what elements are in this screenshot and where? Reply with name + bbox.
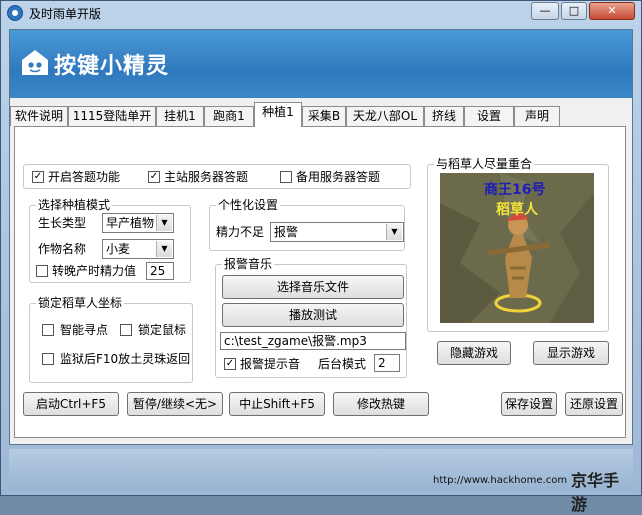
answer-options-group: ✓ 开启答题功能 ✓ 主站服务器答题 备用服务器答题 — [23, 164, 411, 189]
alert-sound-checkbox[interactable]: ✓ — [224, 358, 236, 370]
tab-squeeze-line[interactable]: 挤线 — [424, 106, 464, 126]
music-file-path-input[interactable]: c:\test_zgame\报警.mp3 — [220, 332, 406, 350]
late-energy-label: 转晚产时精力值 — [52, 264, 137, 278]
watermark-text: 京华手游 — [571, 471, 620, 514]
personal-settings-title: 个性化设置 — [216, 198, 281, 212]
late-energy-checkbox[interactable] — [36, 265, 48, 277]
choose-music-button[interactable]: 选择音乐文件 — [222, 275, 404, 299]
save-settings-button[interactable]: 保存设置 — [501, 392, 557, 416]
tab-software-info[interactable]: 软件说明 — [10, 106, 68, 126]
backup-server-label: 备用服务器答题 — [296, 170, 381, 184]
bg-mode-label: 后台模式 — [318, 357, 367, 371]
chevron-down-icon[interactable]: ▼ — [156, 215, 172, 231]
tab-trade[interactable]: 跑商1 — [204, 106, 254, 126]
tab-afk[interactable]: 挂机1 — [156, 106, 204, 126]
maximize-button[interactable]: □ — [561, 2, 587, 20]
show-game-button[interactable]: 显示游戏 — [533, 341, 609, 365]
answer-checkbox[interactable]: ✓ — [32, 171, 44, 183]
scarecrow-label: 稻草人 — [496, 202, 538, 218]
bg-mode-input[interactable]: 2 — [374, 354, 400, 372]
hide-game-button[interactable]: 隐藏游戏 — [437, 341, 511, 365]
logo-icon — [22, 50, 48, 75]
start-button[interactable]: 启动Ctrl+F5 — [23, 392, 119, 416]
alert-sound-label: 报警提示音 — [240, 357, 301, 371]
growth-type-select[interactable]: 早产植物 ▼ — [102, 213, 174, 233]
edit-hotkey-button[interactable]: 修改热键 — [333, 392, 429, 416]
banner: 按键小精灵 — [10, 30, 632, 98]
tab-gather[interactable]: 采集B — [302, 106, 346, 126]
pause-resume-button[interactable]: 暂停/继续<无> — [127, 392, 223, 416]
main-window: 及时雨单开版 — □ ✕ 按键小精灵 软件说明 1115登陆单开 挂机1 跑商1… — [0, 0, 642, 514]
main-server-checkbox[interactable]: ✓ — [148, 171, 160, 183]
planting-mode-title: 选择种植模式 — [36, 198, 113, 212]
main-server-label: 主站服务器答题 — [164, 170, 249, 184]
chevron-down-icon[interactable]: ▼ — [156, 241, 172, 257]
scarecrow-group: 与稻草人尽量重合 商王16号 稻草人 — [427, 157, 609, 332]
backup-server-checkbox[interactable] — [280, 171, 292, 183]
close-button[interactable]: ✕ — [589, 2, 635, 20]
npc-name-tag: 商王16号 — [484, 182, 546, 198]
crop-name-value: 小麦 — [106, 242, 131, 256]
f10-return-checkbox[interactable] — [42, 353, 54, 365]
late-energy-input[interactable]: 25 — [146, 262, 174, 280]
lock-mouse-checkbox[interactable] — [120, 324, 132, 336]
smart-path-checkbox[interactable] — [42, 324, 54, 336]
growth-type-value: 早产植物 — [106, 216, 155, 230]
personal-settings-group: 个性化设置 精力不足 报警 ▼ — [209, 198, 405, 251]
scarecrow-preview[interactable]: 商王16号 稻草人 — [440, 173, 594, 323]
play-test-button[interactable]: 播放测试 — [222, 303, 404, 327]
tab-planting[interactable]: 种植1 — [254, 102, 302, 127]
stop-button[interactable]: 中止Shift+F5 — [229, 392, 325, 416]
smart-path-label: 智能寻点 — [60, 323, 109, 337]
restore-settings-button[interactable]: 还原设置 — [565, 392, 623, 416]
f10-return-label: 监狱后F10放土灵珠返回 — [60, 352, 191, 366]
lock-coords-title: 锁定稻草人坐标 — [36, 296, 125, 310]
crop-name-label: 作物名称 — [38, 242, 87, 256]
alarm-music-title: 报警音乐 — [222, 257, 275, 271]
footer-bar: http://www.hackhome.com 京华手游 — [9, 449, 633, 514]
lock-mouse-label: 锁定鼠标 — [138, 323, 187, 337]
minimize-button[interactable]: — — [531, 2, 559, 20]
title-bar[interactable]: 及时雨单开版 — □ ✕ — [1, 1, 641, 25]
low-energy-select[interactable]: 报警 ▼ — [270, 222, 404, 242]
alarm-music-group: 报警音乐 选择音乐文件 播放测试 c:\test_zgame\报警.mp3 ✓ … — [215, 257, 407, 378]
answer-label: 开启答题功能 — [48, 170, 121, 184]
window-title: 及时雨单开版 — [29, 7, 102, 21]
tab-bar: 软件说明 1115登陆单开 挂机1 跑商1 种植1 采集B 天龙八部OL 挤线 … — [10, 102, 632, 127]
low-energy-label: 精力不足 — [216, 225, 265, 239]
tab-settings[interactable]: 设置 — [464, 106, 514, 126]
tab-login-single[interactable]: 1115登陆单开 — [68, 106, 156, 126]
planting-page: ✓ 开启答题功能 ✓ 主站服务器答题 备用服务器答题 选择种植模式 生长类型 早… — [14, 126, 626, 438]
app-icon — [7, 5, 23, 21]
site-url: http://www.hackhome.com — [433, 475, 568, 486]
planting-mode-group: 选择种植模式 生长类型 早产植物 ▼ 作物名称 小麦 ▼ 转晚产时精力值 25 — [29, 198, 191, 283]
low-energy-value: 报警 — [274, 225, 299, 239]
lock-coords-group: 锁定稻草人坐标 智能寻点 锁定鼠标 监狱后F10放土灵珠返回 — [29, 296, 193, 383]
tab-tianlong[interactable]: 天龙八部OL — [346, 106, 424, 126]
crop-name-select[interactable]: 小麦 ▼ — [102, 239, 174, 259]
scarecrow-title: 与稻草人尽量重合 — [434, 157, 535, 171]
client-area: 按键小精灵 软件说明 1115登陆单开 挂机1 跑商1 种植1 采集B 天龙八部… — [9, 29, 633, 445]
logo-text: 按键小精灵 — [54, 54, 170, 79]
chevron-down-icon[interactable]: ▼ — [386, 224, 402, 240]
growth-type-label: 生长类型 — [38, 216, 87, 230]
tab-statement[interactable]: 声明 — [514, 106, 560, 126]
